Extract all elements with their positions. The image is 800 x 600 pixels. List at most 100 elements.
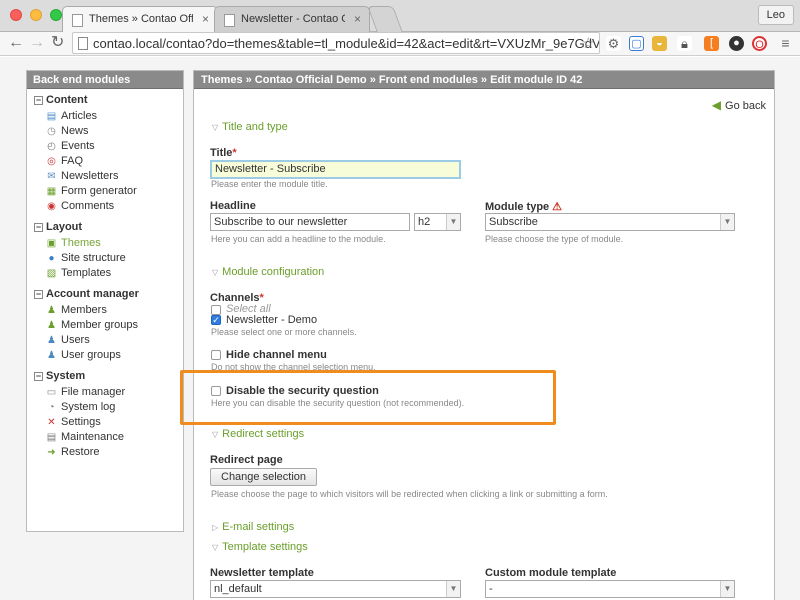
legend-template-settings[interactable]: ▽ Template settings bbox=[212, 541, 308, 553]
sidebar-item-restore[interactable]: ➜ Restore bbox=[33, 445, 183, 460]
tab-title: Newsletter - Contao Official bbox=[241, 13, 345, 25]
globe-icon: ● bbox=[48, 253, 55, 264]
flame-extension-icon[interactable]: ● bbox=[729, 36, 744, 51]
headline-level-select[interactable]: h2 ▼ bbox=[414, 213, 461, 231]
minimize-window-button[interactable] bbox=[30, 9, 42, 21]
sidebar-item-newsletters[interactable]: ✉ Newsletters bbox=[33, 169, 183, 184]
hide-channel-menu-label: Hide channel menu bbox=[226, 349, 327, 361]
module-type-help: Please choose the type of module. bbox=[485, 234, 624, 244]
bookmark-star-icon[interactable]: ☆ bbox=[582, 34, 595, 52]
maintenance-icon: ▤ bbox=[46, 432, 57, 443]
article-icon: ▤ bbox=[46, 111, 57, 122]
comment-icon: ◉ bbox=[47, 201, 56, 212]
sidebar-item-themes[interactable]: ▣ Themes bbox=[33, 236, 183, 251]
sidebar-item-comments[interactable]: ◉ Comments bbox=[33, 199, 183, 214]
folder-icon: ▭ bbox=[46, 387, 57, 398]
newsletter-icon: ✉ bbox=[47, 171, 56, 182]
back-arrow-icon[interactable]: ← bbox=[8, 34, 24, 52]
settings-icon: ✕ bbox=[47, 417, 56, 428]
sidebar-item-settings[interactable]: ✕ Settings bbox=[33, 415, 183, 430]
sidebar-item-member-groups[interactable]: ♟ Member groups bbox=[33, 318, 183, 333]
page-icon bbox=[224, 14, 235, 27]
group-system-heading[interactable]: − System bbox=[33, 370, 183, 385]
contao-backend: Back end modules − Content ▤ Articles ◷ New… bbox=[0, 57, 800, 600]
back-arrow-icon: ◀ bbox=[711, 98, 722, 112]
lock-icon[interactable]: 🔒︎ bbox=[677, 36, 692, 51]
collapse-icon[interactable]: − bbox=[34, 96, 43, 105]
close-tab-icon[interactable]: × bbox=[354, 12, 361, 26]
sidebar-item-site-structure[interactable]: ● Site structure bbox=[33, 251, 183, 266]
opera-extension-icon[interactable]: O bbox=[752, 36, 767, 51]
edit-module-panel: Themes » Contao Official Demo » Front en… bbox=[193, 70, 775, 600]
sidebar-item-articles[interactable]: ▤ Articles bbox=[33, 109, 183, 124]
sidebar-item-faq[interactable]: ◎ FAQ bbox=[33, 154, 183, 169]
legend-module-configuration[interactable]: ▽ Module configuration bbox=[212, 266, 324, 278]
browser-tab-newsletter[interactable]: Newsletter - Contao Official × bbox=[214, 6, 370, 32]
sidebar-item-events[interactable]: ◴ Events bbox=[33, 139, 183, 154]
breadcrumb: Themes » Contao Official Demo » Front en… bbox=[194, 71, 774, 89]
browser-tab-themes[interactable]: Themes » Contao Official D × bbox=[62, 6, 218, 33]
legend-email-settings[interactable]: ▷ E-mail settings bbox=[212, 521, 294, 533]
title-help: Please enter the module title. bbox=[211, 179, 328, 189]
sidebar-item-file-manager[interactable]: ▭ File manager bbox=[33, 385, 183, 400]
expanded-triangle-icon: ▽ bbox=[212, 543, 219, 552]
nav-group-system: − System ▭ File manager ◔ System log ✕ Setti… bbox=[27, 370, 183, 460]
close-window-button[interactable] bbox=[10, 9, 22, 21]
sidebar-item-users[interactable]: ♟ Users bbox=[33, 333, 183, 348]
custom-module-template-select[interactable]: - ▼ bbox=[485, 580, 735, 598]
legend-title-and-type[interactable]: ▽ Title and type bbox=[212, 121, 288, 133]
newsletter-template-select[interactable]: nl_default ▼ bbox=[210, 580, 461, 598]
profile-button[interactable]: Leo bbox=[757, 5, 794, 25]
group-account-heading[interactable]: − Account manager bbox=[33, 288, 183, 303]
themes-icon: ▣ bbox=[46, 238, 57, 249]
expanded-triangle-icon: ▽ bbox=[212, 430, 219, 439]
address-bar[interactable]: contao.local/contao?do=themes&table=tl_m… bbox=[72, 32, 600, 54]
chevron-down-icon: ▼ bbox=[446, 214, 460, 230]
channel-newsletter-demo-label: Newsletter - Demo bbox=[226, 314, 318, 326]
group-content-heading[interactable]: − Content bbox=[33, 94, 183, 109]
page-icon bbox=[78, 37, 88, 50]
annotation-highlight-box bbox=[180, 370, 556, 425]
module-type-select[interactable]: Subscribe ▼ bbox=[485, 213, 735, 231]
browser-toolbar: ← → ↻ contao.local/contao?do=themes&tabl… bbox=[0, 32, 800, 56]
maximize-window-button[interactable] bbox=[50, 9, 62, 21]
new-tab-button[interactable] bbox=[367, 6, 403, 32]
title-input[interactable]: Newsletter - Subscribe bbox=[210, 160, 461, 179]
member-group-icon: ♟ bbox=[47, 320, 56, 331]
sidebar-item-user-groups[interactable]: ♟ User groups bbox=[33, 348, 183, 363]
sidebar-item-form-generator[interactable]: ▦ Form generator bbox=[33, 184, 183, 199]
basket-extension-icon[interactable]: ◒ bbox=[652, 36, 667, 51]
tab-title: Themes » Contao Official D bbox=[89, 13, 193, 25]
chevron-down-icon: ▼ bbox=[446, 581, 460, 597]
user-icon: ♟ bbox=[47, 335, 56, 346]
sidebar-item-news[interactable]: ◷ News bbox=[33, 124, 183, 139]
sidebar-item-templates[interactable]: ▧ Templates bbox=[33, 266, 183, 281]
channel-newsletter-demo-checkbox[interactable]: ✓ bbox=[211, 315, 221, 325]
contao-extension-icon[interactable]: [ bbox=[704, 36, 719, 51]
select-all-checkbox[interactable] bbox=[211, 305, 221, 315]
forward-arrow-icon[interactable]: → bbox=[29, 34, 45, 52]
nav-group-account-manager: − Account manager ♟ Members ♟ Member groups… bbox=[27, 288, 183, 363]
collapse-icon[interactable]: − bbox=[34, 223, 43, 232]
chevron-down-icon: ▼ bbox=[720, 581, 734, 597]
close-tab-icon[interactable]: × bbox=[202, 12, 209, 26]
sidebar-item-maintenance[interactable]: ▤ Maintenance bbox=[33, 430, 183, 445]
hide-channel-menu-checkbox[interactable] bbox=[211, 350, 221, 360]
collapse-icon[interactable]: − bbox=[34, 372, 43, 381]
sidebar-item-members[interactable]: ♟ Members bbox=[33, 303, 183, 318]
headline-input[interactable]: Subscribe to our newsletter bbox=[210, 213, 410, 231]
group-layout-heading[interactable]: − Layout bbox=[33, 221, 183, 236]
expanded-triangle-icon: ▽ bbox=[212, 268, 219, 277]
faq-icon: ◎ bbox=[47, 156, 56, 167]
change-selection-button[interactable]: Change selection bbox=[210, 468, 318, 486]
screen-capture-icon[interactable]: ▢ bbox=[629, 36, 644, 51]
go-back-link[interactable]: ◀ Go back bbox=[712, 98, 766, 112]
gear-icon[interactable]: ⚙ bbox=[606, 36, 621, 51]
sidebar-item-system-log[interactable]: ◔ System log bbox=[33, 400, 183, 415]
chevron-down-icon: ▼ bbox=[720, 214, 734, 230]
legend-redirect-settings[interactable]: ▽ Redirect settings bbox=[212, 428, 304, 440]
collapse-icon[interactable]: − bbox=[34, 290, 43, 299]
reload-icon[interactable]: ↻ bbox=[51, 34, 64, 52]
menu-icon[interactable]: ≡ bbox=[778, 36, 793, 51]
log-icon: ◔ bbox=[48, 402, 55, 413]
